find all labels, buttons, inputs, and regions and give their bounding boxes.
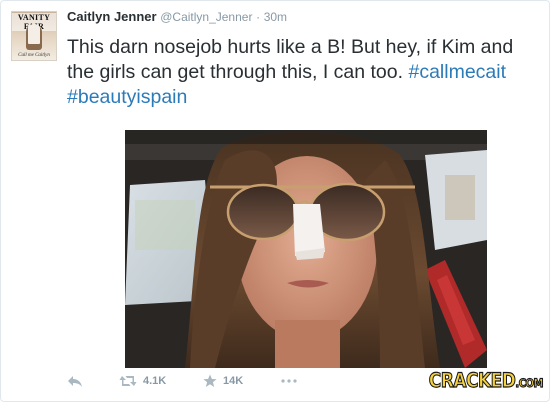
more-icon xyxy=(281,379,297,383)
tweet-photo[interactable] xyxy=(125,130,487,368)
reply-icon xyxy=(68,376,82,387)
watermark-text: CRACKED xyxy=(428,369,516,393)
hashtag-link[interactable]: #beautyispain xyxy=(67,86,187,108)
avatar-figure xyxy=(26,24,42,50)
hashtag-link[interactable]: #callmecait xyxy=(408,61,506,83)
more-button[interactable] xyxy=(281,379,297,383)
selfie-image xyxy=(125,130,487,368)
header-separator: · xyxy=(256,10,261,24)
author-name[interactable]: Caitlyn Jenner xyxy=(67,9,157,24)
avatar-cover-line: Call me Caitlyn xyxy=(18,53,50,58)
tweet-text: This darn nosejob hurts like a B! But he… xyxy=(67,35,537,110)
retweet-count: 4.1K xyxy=(143,375,167,387)
cracked-watermark-logo: CRACKED.COM xyxy=(428,369,544,393)
author-handle[interactable]: @Caitlyn_Jenner xyxy=(160,10,252,24)
favorite-count: 14K xyxy=(223,375,244,387)
avatar[interactable]: VANITY FAIR Call me Caitlyn xyxy=(11,11,57,61)
star-icon xyxy=(203,374,217,387)
retweet-button[interactable]: 4.1K xyxy=(119,374,166,388)
tweet-header: Caitlyn Jenner @Caitlyn_Jenner · 30m xyxy=(67,9,287,24)
tweet-timestamp[interactable]: 30m xyxy=(264,10,287,24)
tweet-card: VANITY FAIR Call me Caitlyn Caitlyn Jenn… xyxy=(0,0,550,402)
retweet-icon xyxy=(119,376,137,386)
reply-button[interactable] xyxy=(67,374,83,388)
watermark-suffix: .COM xyxy=(515,377,544,391)
favorite-button[interactable]: 14K xyxy=(203,374,243,388)
